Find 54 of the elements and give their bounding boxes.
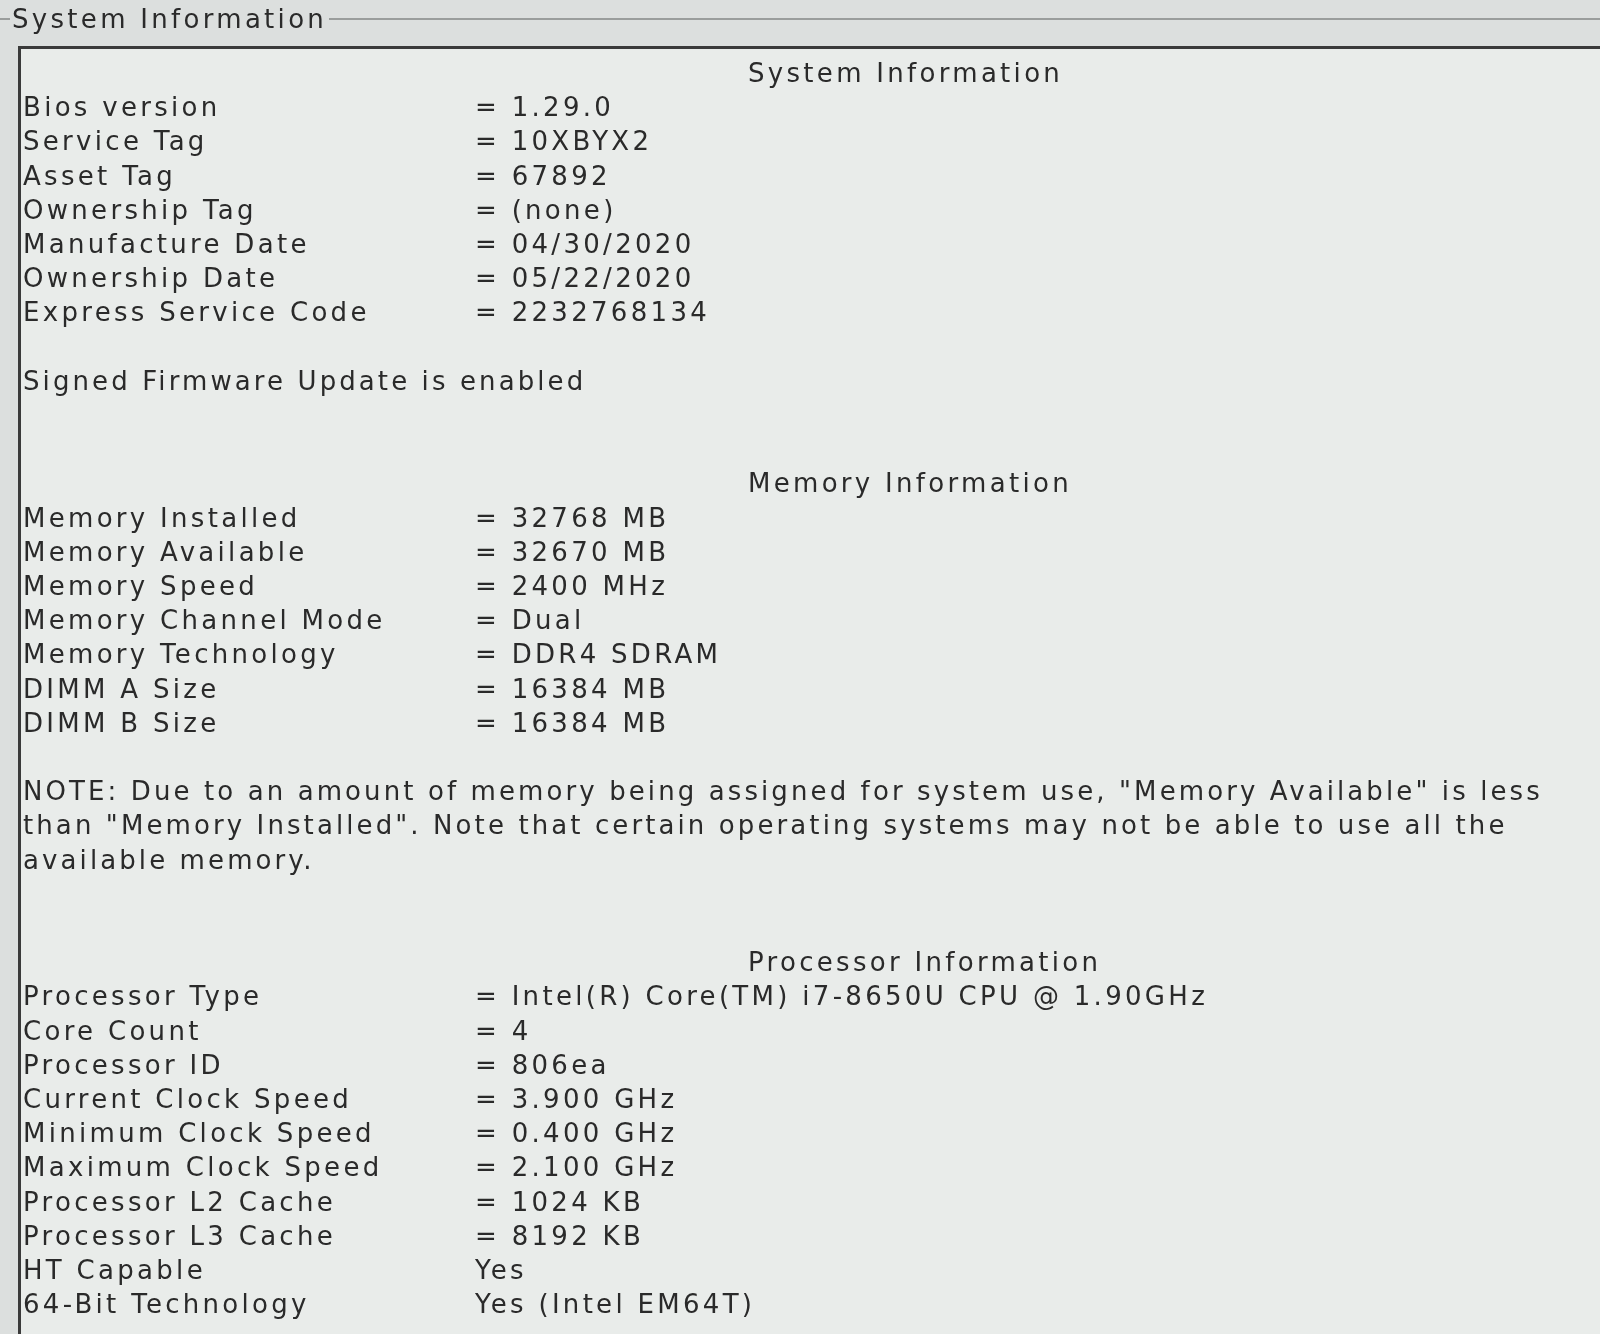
field-value: = 16384 MB: [475, 672, 670, 706]
field-label: Current Clock Speed: [23, 1083, 353, 1117]
field-value: = 16384 MB: [475, 706, 670, 740]
field-value: = 4: [475, 1014, 532, 1048]
field-value: = 04/30/2020: [475, 228, 695, 261]
field-label: Ownership Date: [23, 262, 279, 296]
field-label: Ownership Tag: [23, 193, 257, 227]
field-value: = 3.900 GHz: [475, 1083, 678, 1117]
field-label: Asset Tag: [23, 159, 177, 193]
field-value: = 32670 MB: [475, 535, 670, 569]
field-value: = DDR4 SDRAM: [475, 638, 722, 672]
field-label: Memory Technology: [23, 638, 339, 672]
field-value: = 05/22/2020: [475, 262, 695, 296]
field-label: Bios version: [23, 91, 221, 125]
field-value: = 8192 KB: [475, 1219, 645, 1253]
field-value: = 10XBYX2: [475, 125, 653, 159]
field-label: DIMM B Size: [23, 706, 220, 740]
note-text: NOTE: Due to an amount of memory being assigned for system use, "Memory Available" is less than "Memory Installed". Note that certain operating systems may not be able to use all the available memory.: [23, 775, 1544, 877]
field-label: HT Capable: [23, 1254, 206, 1288]
field-label: DIMM A Size: [23, 672, 220, 706]
field-label: Minimum Clock Speed: [23, 1117, 375, 1151]
field-label: Memory Channel Mode: [23, 604, 386, 638]
note-text: Signed Firmware Update is enabled: [23, 364, 588, 398]
field-label: Service Tag: [23, 125, 208, 159]
field-value: = 2232768134: [475, 296, 711, 330]
field-label: Memory Available: [23, 535, 308, 569]
field-label: Express Service Code: [23, 296, 370, 330]
field-value: = 1024 KB: [475, 1185, 645, 1219]
field-label: Core Count: [23, 1014, 202, 1048]
field-value: = (none): [475, 193, 617, 227]
group-title: System Information: [11, 3, 329, 36]
field-value: = 806ea: [475, 1048, 610, 1082]
field-value: = 2400 MHz: [475, 570, 669, 603]
field-label: Maximum Clock Speed: [23, 1151, 383, 1185]
field-value: Yes (Intel EM64T): [475, 1288, 756, 1322]
field-value: = 0.400 GHz: [475, 1117, 678, 1151]
field-label: Processor L2 Cache: [23, 1185, 337, 1219]
field-value: = Intel(R) Core(TM) i7-8650U CPU @ 1.90GHz: [475, 980, 1209, 1014]
field-value: = Dual: [475, 604, 585, 638]
field-label: Memory Speed: [23, 570, 259, 603]
section-title: Memory Information: [748, 467, 1072, 501]
field-value: = 2.100 GHz: [475, 1151, 678, 1185]
field-value: Yes: [475, 1254, 527, 1288]
section-title: System Information: [748, 57, 1064, 90]
field-value: = 1.29.0: [475, 91, 615, 125]
field-value: = 32768 MB: [475, 501, 670, 535]
field-label: Memory Installed: [23, 501, 301, 535]
field-label: Processor Type: [23, 980, 263, 1014]
field-label: Processor ID: [23, 1048, 224, 1082]
field-label: Processor L3 Cache: [23, 1219, 337, 1253]
field-value: = 67892: [475, 159, 611, 193]
field-label: Manufacture Date: [23, 228, 310, 261]
field-label: 64-Bit Technology: [23, 1288, 310, 1322]
section-title: Processor Information: [748, 946, 1102, 980]
